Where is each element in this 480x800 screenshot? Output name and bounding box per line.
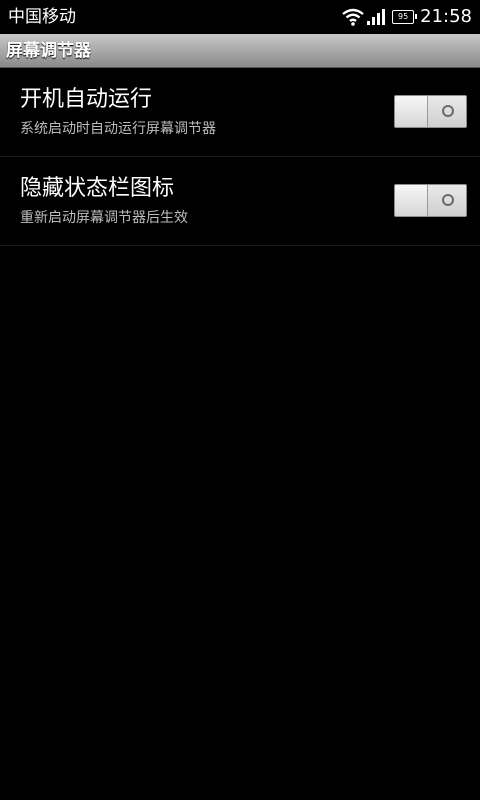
wifi-icon (342, 8, 364, 26)
title-bar: 屏幕调节器 (0, 34, 480, 68)
setting-row-autostart[interactable]: 开机自动运行 系统启动时自动运行屏幕调节器 (0, 68, 480, 157)
signal-strength-icon (367, 9, 386, 25)
toggle-off-icon (442, 194, 454, 206)
setting-title: 开机自动运行 (20, 87, 153, 112)
battery-level: 95 (398, 12, 409, 21)
settings-list: 开机自动运行 系统启动时自动运行屏幕调节器 隐藏状态栏图标 重新启动屏幕调节器后… (0, 68, 480, 246)
status-icons: 95 21:58 (342, 5, 472, 29)
setting-row-hide-status-icon[interactable]: 隐藏状态栏图标 重新启动屏幕调节器后生效 (0, 157, 480, 246)
carrier-name: 中国移动 (8, 7, 76, 27)
autostart-toggle[interactable] (394, 95, 467, 128)
app-title: 屏幕调节器 (6, 41, 91, 61)
toggle-off-icon (442, 105, 454, 117)
setting-description: 系统启动时自动运行屏幕调节器 (20, 121, 216, 137)
setting-title: 隐藏状态栏图标 (20, 176, 175, 201)
clock: 21:58 (420, 6, 472, 27)
battery-icon: 95 (392, 10, 418, 24)
hide-status-icon-toggle[interactable] (394, 184, 467, 217)
status-bar: 中国移动 95 21:58 (0, 0, 480, 34)
setting-description: 重新启动屏幕调节器后生效 (20, 210, 188, 226)
